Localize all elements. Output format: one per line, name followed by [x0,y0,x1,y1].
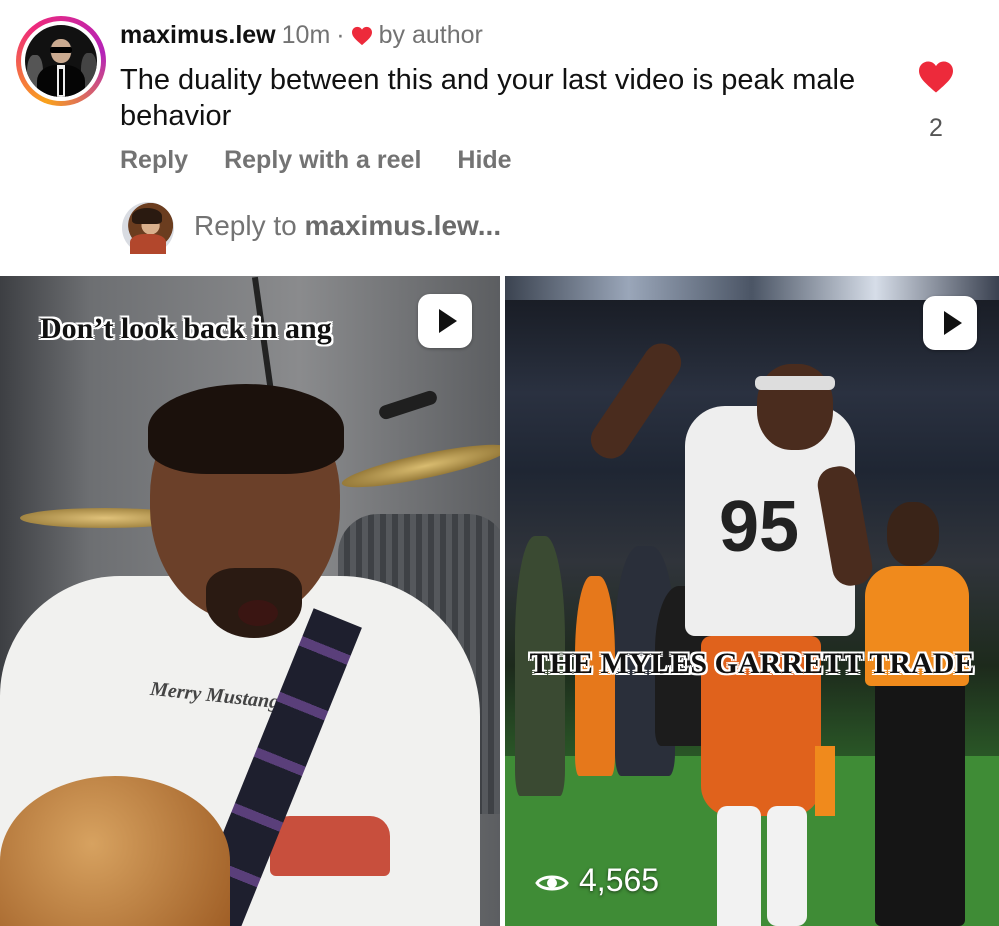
comment-timestamp: 10m [281,21,331,49]
author-heart-icon [351,21,373,55]
avatar-tie [59,69,63,95]
player-headband [755,376,835,390]
player-leg [767,806,807,926]
like-heart-icon[interactable] [917,60,955,99]
singer-hair [148,384,344,474]
view-count: 4,565 [535,862,659,899]
commenter-avatar[interactable] [16,16,106,106]
comment-username[interactable]: maximus.lew [120,21,276,49]
reel-thumbnail-right[interactable]: 95 THE MYLES GARRETT TRADE 4,565 [505,276,999,926]
reply-input[interactable]: Reply to maximus.lew... [194,210,501,242]
hide-button[interactable]: Hide [457,146,511,175]
reel-thumbnail-left[interactable]: Merry Mustang! Don’t look back in ang [0,276,500,926]
play-triangle [944,311,962,335]
liked-by-author-label: by author [378,21,483,49]
end-zone-pylon [815,746,835,816]
meta-separator: · [336,21,345,49]
avatar-body [130,234,166,254]
reply-input-target: maximus.lew... [304,210,502,241]
reel-play-icon [418,294,472,348]
comment-meta: maximus.lew 10m · by author [120,18,483,55]
official-head [887,502,939,566]
reel-caption-right: THE MYLES GARRETT TRADE [529,647,975,680]
singer-mouth [238,600,278,626]
play-triangle [439,309,457,333]
reply-with-reel-button[interactable]: Reply with a reel [224,146,421,175]
official-pants [875,676,965,926]
view-count-value: 4,565 [579,862,660,898]
stadium-lights [505,276,999,300]
eye-icon [535,875,569,891]
avatar-frame [21,21,101,101]
reel-play-icon [923,296,977,350]
reel-caption-left: Don’t look back in ang [40,312,332,345]
player-leg [717,806,761,926]
avatar-hair [132,208,162,224]
avatar-sunglasses [50,47,72,53]
reply-button[interactable]: Reply [120,146,188,175]
comment-actions: Reply Reply with a reel Hide [120,146,548,175]
shirt-graphic-car [270,816,390,876]
like-count: 2 [929,114,943,142]
reply-input-prefix: Reply to [194,210,305,241]
comment-body: The duality between this and your last v… [120,64,856,132]
jersey-number: 95 [719,487,800,567]
current-user-avatar [122,202,174,254]
avatar-image [25,25,97,97]
